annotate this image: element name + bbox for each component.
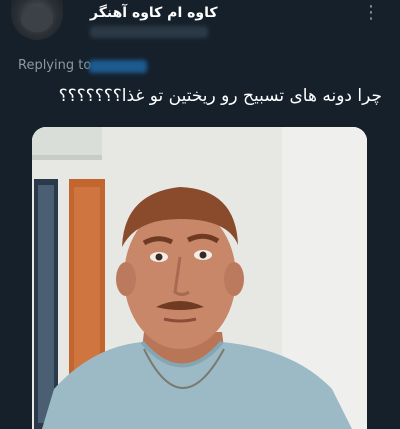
- photo-illustration: [32, 127, 367, 429]
- tweet-text: چرا دونه های تسبیح رو ریختین تو غذا؟؟؟؟؟…: [58, 86, 382, 106]
- more-vertical-icon[interactable]: ⋮: [362, 2, 380, 24]
- avatar-image: [21, 6, 53, 32]
- reply-target-handle-blurred[interactable]: [89, 60, 147, 73]
- avatar[interactable]: [11, 0, 63, 40]
- author-display-name[interactable]: کاوه ام کاوه آهنگر: [90, 5, 217, 21]
- tweet-media-photo[interactable]: [32, 127, 367, 429]
- tweet[interactable]: کاوه ام کاوه آهنگر ⋮ Replying to چرا دون…: [0, 0, 400, 429]
- author-handle-blurred[interactable]: [90, 26, 208, 38]
- replying-to-label: Replying to: [18, 58, 92, 73]
